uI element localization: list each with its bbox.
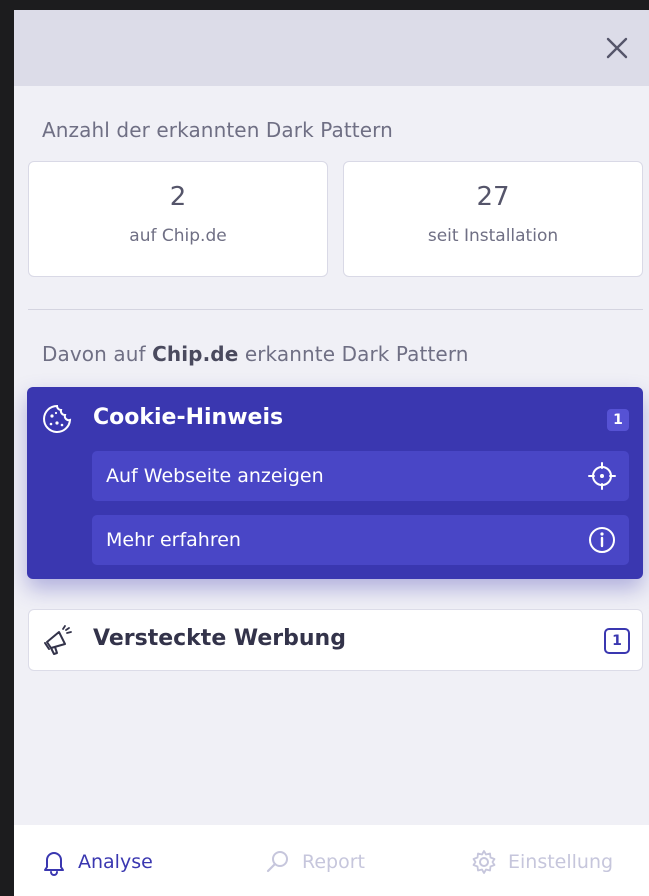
nav-item-label: Einstellung: [508, 851, 614, 873]
action-label: Auf Webseite anzeigen: [106, 465, 324, 487]
divider: [28, 309, 643, 310]
pattern-title: Versteckte Werbung: [93, 626, 346, 651]
stat-card-site: 2 auf Chip.de: [28, 161, 328, 277]
bell-icon: [44, 852, 64, 876]
count-badge: 1: [607, 409, 629, 431]
info-icon: [589, 527, 615, 553]
nav-item-report[interactable]: Report: [264, 847, 365, 877]
stat-value: 27: [476, 182, 510, 212]
details-title-prefix: Davon auf: [42, 342, 153, 366]
details-title-site: Chip.de: [152, 342, 239, 366]
pattern-card-cookie[interactable]: Cookie-Hinweis 1 Auf Webseite anzeigen M…: [27, 387, 643, 579]
nav-item-label: Analyse: [78, 851, 153, 873]
cookie-icon: [43, 404, 72, 433]
target-icon: [588, 462, 616, 490]
extension-panel: Anzahl der erkannten Dark Pattern 2 auf …: [14, 10, 649, 896]
close-button[interactable]: [603, 34, 631, 62]
pattern-card-hidden-ads[interactable]: Versteckte Werbung 1: [28, 609, 643, 671]
details-title-suffix: erkannte Dark Pattern: [238, 342, 469, 366]
summary-title: Anzahl der erkannten Dark Pattern: [42, 118, 393, 142]
nav-item-analyse[interactable]: Analyse: [40, 847, 153, 877]
megaphone-icon: [44, 625, 72, 655]
nav-item-label: Report: [302, 851, 365, 873]
stat-value: 2: [169, 182, 187, 212]
count-badge: 1: [604, 628, 630, 654]
gear-icon: [472, 850, 496, 874]
action-label: Mehr erfahren: [106, 529, 241, 551]
stat-label: seit Installation: [427, 226, 559, 246]
stat-card-total: 27 seit Installation: [343, 161, 643, 277]
pattern-title: Cookie-Hinweis: [93, 405, 284, 430]
show-on-website-button[interactable]: Auf Webseite anzeigen: [92, 451, 629, 501]
stat-label: auf Chip.de: [129, 226, 227, 246]
details-title: Davon auf Chip.de erkannte Dark Pattern: [42, 342, 469, 366]
learn-more-button[interactable]: Mehr erfahren: [92, 515, 629, 565]
bottom-nav: Analyse Report Einstellung: [14, 825, 649, 896]
header-bar: [14, 10, 649, 86]
nav-item-einstellung[interactable]: Einstellung: [470, 847, 613, 877]
search-icon: [266, 851, 288, 873]
close-icon: [606, 37, 628, 59]
